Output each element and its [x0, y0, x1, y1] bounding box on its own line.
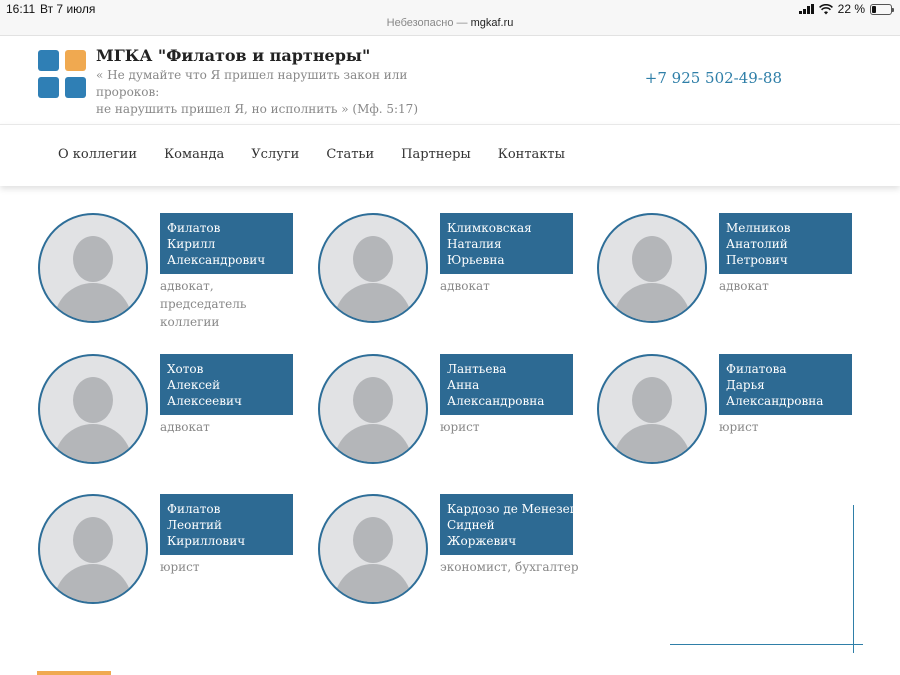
avatar-placeholder-icon	[318, 354, 428, 464]
team-member-card[interactable]: Хотов Алексей Алексеевич адвокат	[38, 354, 318, 474]
avatar-placeholder-icon	[38, 213, 148, 323]
battery-percent: 22 %	[837, 2, 865, 16]
url-security-label: Небезопасно —	[386, 17, 471, 29]
phone-link[interactable]: +7 925 502-49-88	[645, 69, 782, 87]
site-title[interactable]: МГКА "Филатов и партнеры"	[96, 46, 370, 65]
decorative-line	[670, 644, 863, 645]
member-surname: Кардозо де Менезеш	[447, 502, 581, 516]
member-first-name: Кирилл	[167, 237, 216, 251]
site-header: МГКА "Филатов и партнеры" « Не думайте ч…	[0, 36, 900, 124]
member-patronymic: Александрович	[167, 253, 266, 267]
member-first-name: Алексей	[167, 378, 221, 392]
team-member-card[interactable]: Мелников Анатолий Петрович адвокат	[597, 213, 877, 333]
member-role: экономист, бухгалтер	[440, 560, 579, 574]
status-time: 16:11	[6, 2, 36, 16]
main-nav: О коллегии Команда Услуги Статьи Партнер…	[0, 124, 900, 186]
logo-icon[interactable]	[38, 50, 88, 100]
nav-item-team[interactable]: Команда	[164, 147, 224, 162]
member-name[interactable]: Климковская Наталия Юрьевна	[440, 213, 573, 274]
member-role: адвокат	[719, 279, 769, 293]
avatar-placeholder-icon	[318, 494, 428, 604]
battery-icon	[870, 3, 894, 15]
wifi-icon	[818, 3, 833, 14]
member-patronymic: Алексеевич	[167, 394, 242, 408]
member-name[interactable]: Филатов Леонтий Кириллович	[160, 494, 293, 555]
url-host: mgkaf.ru	[470, 17, 514, 29]
member-role: юрист	[719, 420, 759, 434]
nav-item-services[interactable]: Услуги	[251, 147, 299, 162]
team-member-card[interactable]: Филатов Кирилл Александрович адвокат, пр…	[38, 213, 318, 333]
nav-item-contacts[interactable]: Контакты	[498, 147, 565, 162]
member-first-name: Сидней	[447, 518, 495, 532]
member-role: адвокат	[440, 279, 490, 293]
team-member-card[interactable]: Филатова Дарья Александровна юрист	[597, 354, 877, 474]
avatar-placeholder-icon	[38, 494, 148, 604]
member-surname: Филатова	[726, 362, 787, 376]
avatar-placeholder-icon	[318, 213, 428, 323]
member-role: юрист	[160, 560, 200, 574]
member-name[interactable]: Филатов Кирилл Александрович	[160, 213, 293, 274]
site-quote: « Не думайте что Я пришел нарушить закон…	[96, 67, 426, 118]
team-member-card[interactable]: Лантьева Анна Александровна юрист	[318, 354, 598, 474]
member-patronymic: Александровна	[726, 394, 824, 408]
team-member-card[interactable]: Климковская Наталия Юрьевна адвокат	[318, 213, 598, 333]
member-name[interactable]: Филатова Дарья Александровна	[719, 354, 852, 415]
team-member-card[interactable]: Кардозо де Менезеш Сидней Жоржевич эконо…	[318, 494, 598, 614]
member-surname: Лантьева	[447, 362, 507, 376]
cellular-signal-icon	[798, 4, 814, 14]
member-name[interactable]: Лантьева Анна Александровна	[440, 354, 573, 415]
accent-bar	[37, 671, 111, 675]
member-name[interactable]: Кардозо де Менезеш Сидней Жоржевич	[440, 494, 581, 555]
member-role: юрист	[440, 420, 480, 434]
decorative-line	[853, 505, 854, 653]
member-patronymic: Жоржевич	[447, 534, 517, 548]
nav-item-articles[interactable]: Статьи	[326, 147, 374, 162]
member-surname: Хотов	[167, 362, 204, 376]
member-name[interactable]: Мелников Анатолий Петрович	[719, 213, 852, 274]
status-date: Вт 7 июля	[40, 2, 96, 16]
member-patronymic: Александровна	[447, 394, 545, 408]
nav-item-about[interactable]: О коллегии	[58, 147, 137, 162]
avatar-placeholder-icon	[597, 354, 707, 464]
address-bar[interactable]: Небезопасно — mgkaf.ru	[0, 17, 900, 29]
team-member-card[interactable]: Филатов Леонтий Кириллович юрист	[38, 494, 318, 614]
status-bar: 16:11 Вт 7 июля 22 % Небезопасно — mgkaf…	[0, 0, 900, 36]
nav-item-partners[interactable]: Партнеры	[401, 147, 471, 162]
member-surname: Климковская	[447, 221, 532, 235]
member-surname: Филатов	[167, 221, 221, 235]
status-right: 22 %	[798, 2, 894, 16]
member-name[interactable]: Хотов Алексей Алексеевич	[160, 354, 293, 415]
member-surname: Филатов	[167, 502, 221, 516]
avatar-placeholder-icon	[38, 354, 148, 464]
member-patronymic: Петрович	[726, 253, 788, 267]
avatar-placeholder-icon	[597, 213, 707, 323]
member-role: адвокат, председатель коллегии	[160, 279, 247, 329]
member-first-name: Дарья	[726, 378, 765, 392]
member-role: адвокат	[160, 420, 210, 434]
member-first-name: Наталия	[447, 237, 502, 251]
member-first-name: Анна	[447, 378, 480, 392]
member-patronymic: Кириллович	[167, 534, 246, 548]
member-surname: Мелников	[726, 221, 791, 235]
quote-line: не нарушить пришел Я, но исполнить » (Мф…	[96, 102, 419, 116]
member-patronymic: Юрьевна	[447, 253, 505, 267]
quote-line: « Не думайте что Я пришел нарушить закон…	[96, 68, 408, 99]
member-first-name: Леонтий	[167, 518, 222, 532]
member-first-name: Анатолий	[726, 237, 788, 251]
